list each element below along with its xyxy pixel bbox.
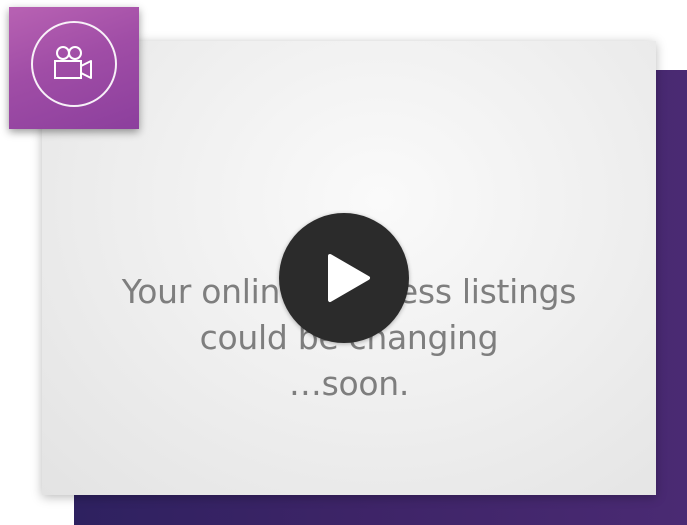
play-icon	[328, 254, 370, 302]
video-camera-icon	[54, 46, 92, 79]
camera-ring	[31, 21, 117, 107]
play-button[interactable]	[279, 213, 409, 343]
caption-line-3: …soon.	[288, 364, 410, 403]
video-promo: Your online business listings could be c…	[0, 0, 687, 525]
video-badge	[9, 7, 139, 129]
